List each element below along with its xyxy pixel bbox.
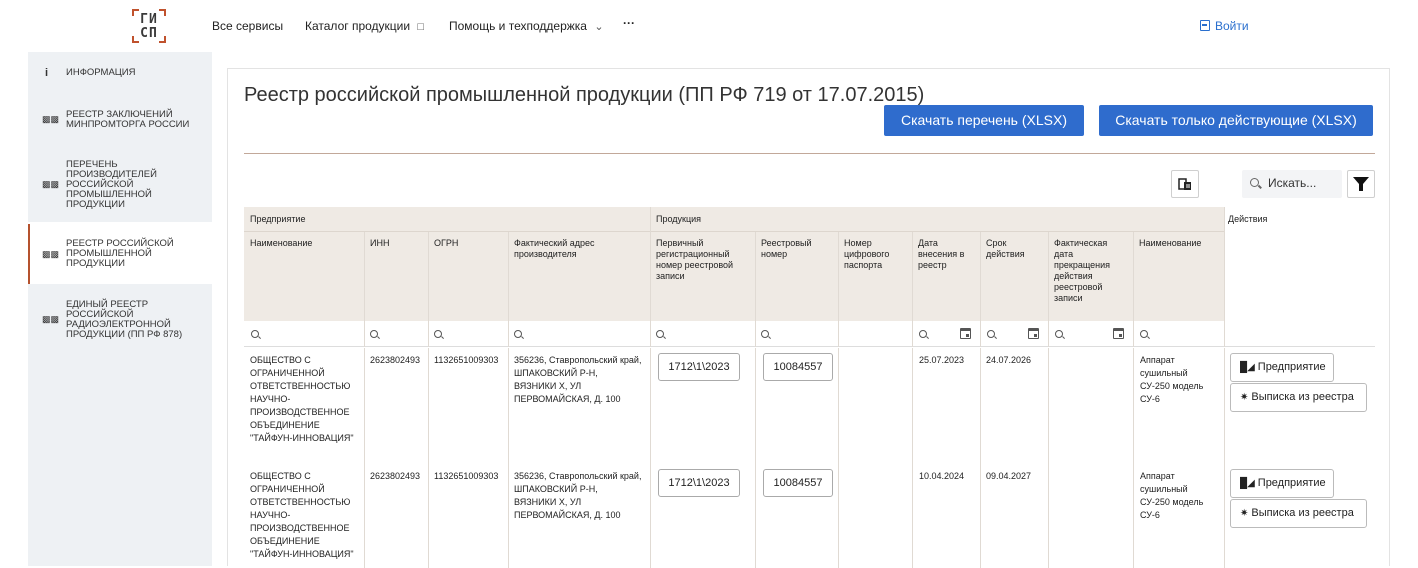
registry-number-chip[interactable]: 10084557: [763, 353, 833, 381]
cell-address: 356236, Ставропольский край, ШПАКОВСКИЙ …: [514, 471, 642, 520]
columns-icon: [1178, 178, 1191, 190]
page-title: Реестр российской промышленной продукции…: [244, 84, 925, 106]
group-header-product: Продукция: [656, 214, 702, 224]
cell-address: 356236, Ставропольский край, ШПАКОВСКИЙ …: [514, 355, 642, 404]
filter-date-added-search-icon[interactable]: [919, 330, 927, 338]
book-icon: ▩▩: [42, 314, 60, 324]
book-icon: ▩▩: [42, 114, 60, 124]
chevron-down-icon: ⌄: [594, 21, 604, 33]
filter-inn-search-icon[interactable]: [370, 330, 378, 338]
registry-extract-button[interactable]: ✷ Выписка из реестра: [1230, 383, 1367, 412]
logo[interactable]: ГИ СП: [132, 9, 166, 43]
sidebar-item-info[interactable]: i Информация: [28, 52, 212, 92]
enterprise-button[interactable]: █◢ Предприятие: [1230, 353, 1334, 382]
sidebar-item-conclusions-registry[interactable]: ▩▩ Реестр заключений Минпромторга России: [28, 92, 212, 148]
filter-registry-number-search-icon[interactable]: [761, 330, 769, 338]
download-list-button[interactable]: Скачать перечень (XLSX): [884, 105, 1084, 136]
top-bar: ГИ СП Все сервисы Каталог продукции □ Пом…: [0, 0, 1418, 52]
col-header-valid-until[interactable]: Срок действия: [986, 238, 1044, 260]
nav-all-services[interactable]: Все сервисы: [212, 19, 283, 33]
col-header-ogrn[interactable]: ОГРН: [434, 238, 504, 249]
search-input[interactable]: [1268, 176, 1338, 190]
sidebar-item-industrial-products-registry[interactable]: ▩▩ Реестр российской промышленной продук…: [28, 224, 212, 284]
title-divider: [244, 153, 1375, 154]
cell-name: ОБЩЕСТВО С ОГРАНИЧЕННОЙ ОТВЕТСТВЕННОСТЬЮ…: [250, 471, 354, 559]
cell-ogrn: 1132651009303: [434, 355, 499, 365]
search-field[interactable]: [1242, 170, 1342, 198]
calendar-icon[interactable]: [1113, 328, 1124, 339]
badge-icon: ✷: [1240, 392, 1249, 403]
search-icon: [1250, 178, 1259, 187]
login-button[interactable]: Войти: [1200, 19, 1249, 33]
filter-ogrn-search-icon[interactable]: [434, 330, 442, 338]
col-header-date-added[interactable]: Дата внесения в реестр: [918, 238, 976, 271]
nav-help-support[interactable]: Помощь и техподдержка ⌄: [449, 19, 604, 33]
login-icon: [1200, 20, 1210, 31]
main-panel: Реестр российской промышленной продукции…: [227, 68, 1390, 568]
filter-name-search-icon[interactable]: [251, 330, 259, 338]
factory-icon: █◢: [1240, 362, 1255, 373]
registry-number-chip[interactable]: 10084557: [763, 469, 833, 497]
cell-date-added: 25.07.2023: [919, 355, 965, 365]
nav-more-menu[interactable]: ···: [623, 16, 635, 30]
filter-primary-number-search-icon[interactable]: [656, 330, 664, 338]
sidebar: i Информация ▩▩ Реестр заключений Минпро…: [28, 52, 212, 566]
calendar-icon[interactable]: [1028, 328, 1039, 339]
cell-valid-until: 09.04.2027: [986, 471, 1032, 481]
book-icon: ▩▩: [42, 179, 60, 189]
col-header-primary-number[interactable]: Первичный регистрационный номер реестров…: [656, 238, 752, 282]
cell-name: ОБЩЕСТВО С ОГРАНИЧЕННОЙ ОТВЕТСТВЕННОСТЬЮ…: [250, 355, 354, 443]
col-header-product-name[interactable]: Наименование: [1139, 238, 1223, 249]
enterprise-button[interactable]: █◢ Предприятие: [1230, 469, 1334, 498]
primary-number-chip[interactable]: 1712\1\2023: [658, 353, 740, 381]
col-header-inn[interactable]: ИНН: [370, 238, 424, 249]
registry-extract-button[interactable]: ✷ Выписка из реестра: [1230, 499, 1367, 528]
group-header-enterprise: Предприятие: [250, 214, 306, 224]
sidebar-item-manufacturers-list[interactable]: ▩▩ Перечень производителей российской пр…: [28, 148, 212, 222]
filter-address-search-icon[interactable]: [514, 330, 522, 338]
download-active-button[interactable]: Скачать только действующие (XLSX): [1099, 105, 1373, 136]
cell-valid-until: 24.07.2026: [986, 355, 1032, 365]
badge-icon: ✷: [1240, 508, 1249, 519]
cell-product-name: Аппарат сушильный СУ-250 модель СУ-6: [1140, 355, 1204, 404]
info-icon: i: [45, 67, 49, 79]
col-header-passport[interactable]: Номер цифрового паспорта: [844, 238, 908, 271]
filter-product-search-icon[interactable]: [1140, 330, 1148, 338]
chat-icon: □: [417, 21, 425, 33]
filter-valid-until-search-icon[interactable]: [987, 330, 995, 338]
filter-row: [244, 321, 1375, 347]
column-settings-button[interactable]: [1171, 170, 1199, 198]
factory-icon: █◢: [1240, 478, 1255, 489]
logo-text: ГИ СП: [140, 12, 158, 41]
cell-ogrn: 1132651009303: [434, 471, 499, 481]
primary-number-chip[interactable]: 1712\1\2023: [658, 469, 740, 497]
actions-header: [1224, 207, 1375, 321]
group-header-actions: Действия: [1228, 214, 1268, 224]
nav-product-catalog[interactable]: Каталог продукции □: [305, 19, 424, 33]
filter-end-date-search-icon[interactable]: [1055, 330, 1063, 338]
cell-inn: 2623802493: [370, 471, 421, 481]
cell-product-name: Аппарат сушильный СУ-250 модель СУ-6: [1140, 471, 1204, 520]
sidebar-item-radioelectronic-registry[interactable]: ▩▩ Единый реестр российской радиоэлектро…: [28, 286, 212, 348]
calendar-icon[interactable]: [960, 328, 971, 339]
filter-icon: [1353, 177, 1369, 191]
col-header-address[interactable]: Фактический адрес производителя: [514, 238, 634, 260]
col-header-registry-number[interactable]: Реестровый номер: [761, 238, 831, 260]
cell-date-added: 10.04.2024: [919, 471, 965, 481]
col-header-name[interactable]: Наименование: [250, 238, 360, 249]
filter-button[interactable]: [1347, 170, 1375, 198]
book-icon: ▩▩: [42, 249, 60, 259]
col-header-end-date[interactable]: Фактическая дата прекращения действия ре…: [1054, 238, 1126, 304]
cell-inn: 2623802493: [370, 355, 421, 365]
